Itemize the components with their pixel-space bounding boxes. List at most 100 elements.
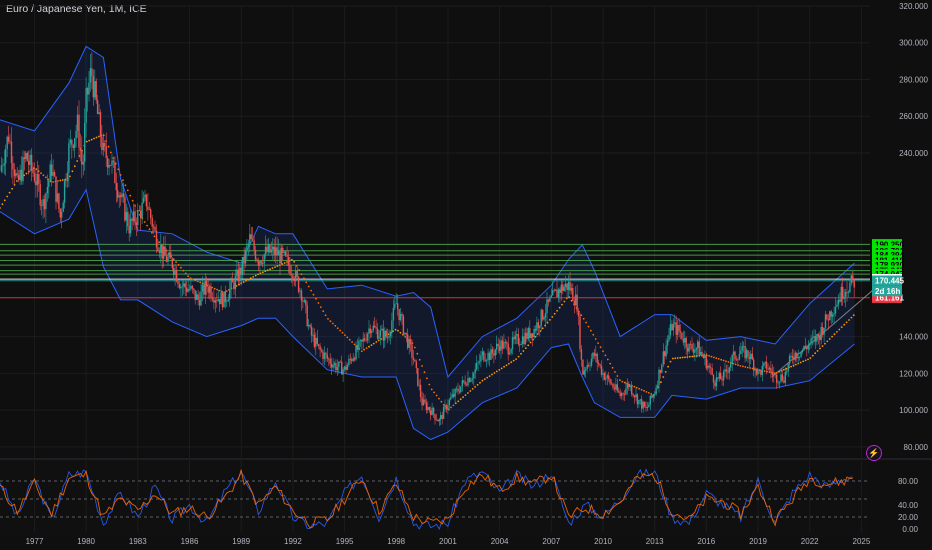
moving-average-dot: [158, 241, 161, 244]
candle-body: [810, 338, 812, 344]
moving-average-dot: [122, 179, 124, 182]
candle-body: [701, 352, 703, 355]
moving-average-dot: [35, 168, 38, 171]
moving-average-dot: [763, 370, 766, 372]
moving-average-dot: [684, 356, 686, 359]
candle-body: [388, 336, 390, 338]
candle-body: [188, 288, 191, 290]
time-axis-label: 2010: [594, 537, 612, 546]
time-axis-label: 2019: [749, 537, 767, 546]
candle-body: [74, 138, 76, 148]
candle-body: [253, 240, 255, 250]
moving-average-dot: [344, 334, 346, 336]
moving-average-dot: [491, 373, 493, 376]
candle-body: [732, 351, 735, 355]
candle-body: [269, 244, 271, 253]
candle-body: [417, 368, 419, 386]
candle-body: [243, 257, 245, 264]
candle-body: [0, 165, 3, 172]
candle-body: [625, 388, 627, 395]
candle-body: [800, 352, 802, 357]
candle-body: [636, 394, 639, 405]
lightning-icon[interactable]: ⚡: [866, 445, 882, 461]
price-axis-label: 80.000: [904, 443, 929, 452]
moving-average-dot: [640, 388, 643, 391]
candle-body: [475, 363, 478, 370]
candle-body: [506, 342, 508, 344]
candle-body: [735, 359, 738, 361]
time-axis-label: 1992: [284, 537, 302, 546]
moving-average-dot: [850, 316, 853, 319]
candle-body: [529, 328, 531, 338]
candle-body: [289, 265, 291, 275]
candle-body: [608, 375, 610, 379]
candle-body: [442, 407, 445, 419]
candle-body: [257, 261, 260, 266]
candle-body: [501, 340, 504, 349]
candle-body: [689, 343, 692, 345]
candle-body: [734, 351, 736, 360]
moving-average-dot: [498, 369, 501, 371]
moving-average-dot: [819, 347, 821, 350]
candle-body: [49, 164, 51, 181]
time-axis-label: 1998: [387, 537, 405, 546]
moving-average-dot: [375, 341, 378, 343]
candle-body: [827, 319, 830, 321]
candle-body: [343, 366, 346, 370]
candle-body: [310, 326, 313, 336]
moving-average-dot: [363, 348, 366, 351]
moving-average-dot: [88, 139, 91, 142]
price-chart[interactable]: 320.000 300.000 280.000 260.000 240.000 140.0…: [0, 0, 932, 550]
moving-average-dot: [274, 266, 276, 268]
candle-body: [191, 285, 194, 289]
moving-average-dot: [710, 355, 713, 358]
candle-body: [299, 290, 301, 292]
moving-average-dot: [418, 358, 421, 361]
candle-body: [3, 163, 5, 166]
candle-body: [517, 334, 519, 345]
candle-body: [457, 388, 459, 392]
candle-body: [573, 300, 575, 306]
moving-average-dot: [438, 397, 440, 400]
candle-body: [89, 68, 92, 83]
candle-body: [618, 390, 620, 393]
candle-body: [550, 295, 552, 298]
candle-body: [95, 81, 97, 101]
candle-body: [708, 365, 710, 368]
candle-body: [249, 234, 251, 244]
candle-body: [404, 332, 406, 335]
candle-body: [654, 394, 656, 396]
candle-body: [473, 373, 475, 379]
candle-body: [613, 387, 616, 390]
candle-body: [84, 123, 86, 162]
candle-body: [534, 329, 537, 331]
candle-body: [239, 267, 241, 282]
candle-body: [503, 342, 505, 349]
candle-body: [774, 373, 776, 375]
moving-average-dot: [479, 381, 481, 384]
candle-body: [82, 161, 84, 165]
candle-body: [45, 193, 47, 210]
candle-body: [514, 335, 517, 340]
moving-average-dot: [590, 329, 592, 332]
moving-average-dot: [561, 303, 563, 306]
candle-body: [688, 343, 690, 352]
moving-average-dot: [307, 285, 310, 288]
candle-body: [520, 344, 522, 345]
moving-average-dot: [254, 274, 257, 277]
candle-body: [62, 202, 64, 212]
candle-body: [55, 176, 57, 202]
candle-body: [824, 314, 827, 328]
candle-body: [346, 364, 349, 370]
moving-average-dot: [117, 168, 120, 171]
candle-body: [315, 337, 317, 347]
candle-body: [516, 334, 518, 336]
candle-body: [787, 363, 789, 372]
time-axis-label: 1980: [77, 537, 95, 546]
moving-average-dot: [40, 172, 42, 175]
candle-body: [293, 279, 295, 281]
oscillator-axis-label: 40.00: [898, 501, 919, 510]
moving-average-dot: [524, 347, 527, 349]
candle-body: [398, 309, 400, 320]
candle-body: [273, 246, 275, 255]
